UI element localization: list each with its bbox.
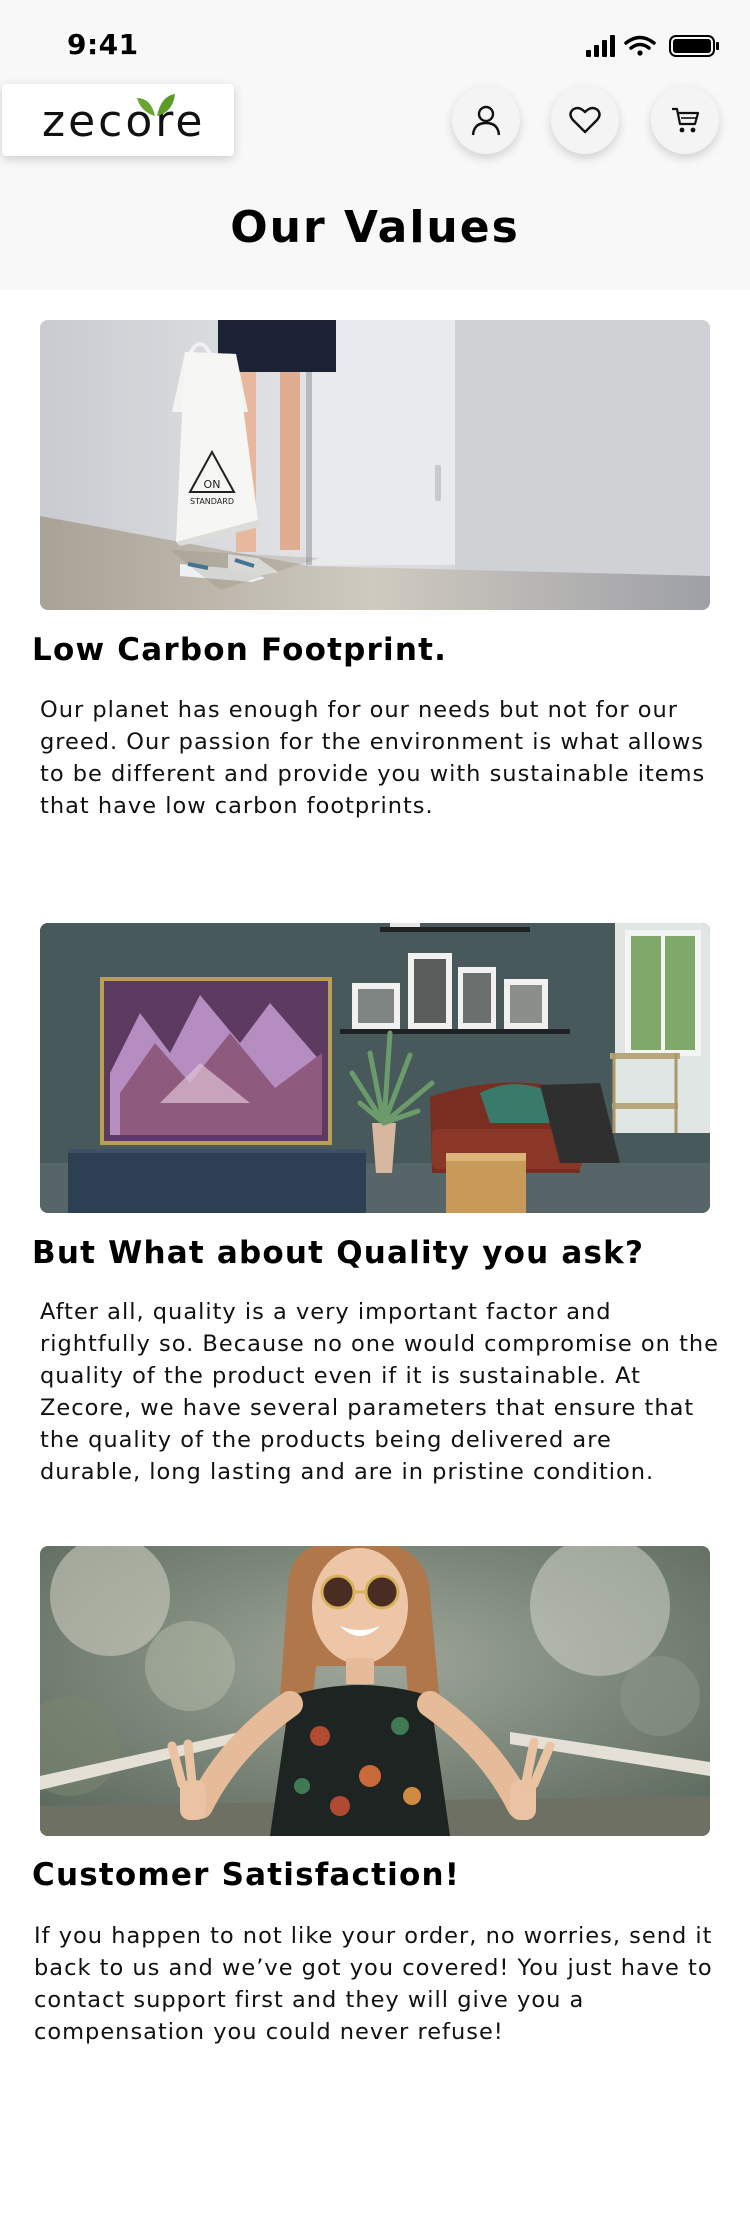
logo[interactable]: zecore [2, 84, 234, 156]
status-icons [586, 35, 719, 57]
user-icon [471, 105, 501, 136]
section-body: After all, quality is a very important f… [40, 1299, 719, 1485]
svg-text:ON: ON [204, 478, 221, 491]
heart-icon [569, 106, 601, 134]
section-heading: Low Carbon Footprint. [32, 632, 448, 668]
cart-icon [672, 107, 700, 133]
header: 9:41 zecore Our Values [0, 0, 750, 290]
cart-button[interactable] [651, 86, 719, 154]
wishlist-button[interactable] [551, 86, 619, 154]
battery-icon [669, 35, 719, 57]
account-button[interactable] [452, 86, 520, 154]
svg-text:STANDARD: STANDARD [190, 497, 234, 506]
section-body: If you happen to not like your order, no… [34, 1923, 713, 2045]
section-body: Our planet has enough for our needs but … [40, 697, 706, 819]
status-time: 9:41 [67, 28, 139, 61]
logo-text: zecore [42, 96, 206, 147]
happy-customer-image [40, 1546, 710, 1836]
page-title: Our Values [230, 202, 520, 253]
signal-icon [586, 35, 615, 57]
wifi-icon [624, 35, 656, 56]
section-heading: But What about Quality you ask? [32, 1235, 645, 1271]
leaf-icon [137, 94, 175, 116]
section-heading: Customer Satisfaction! [32, 1857, 461, 1893]
living-room-image [40, 923, 710, 1213]
tote-bag-image: ON STANDARD [40, 320, 710, 610]
